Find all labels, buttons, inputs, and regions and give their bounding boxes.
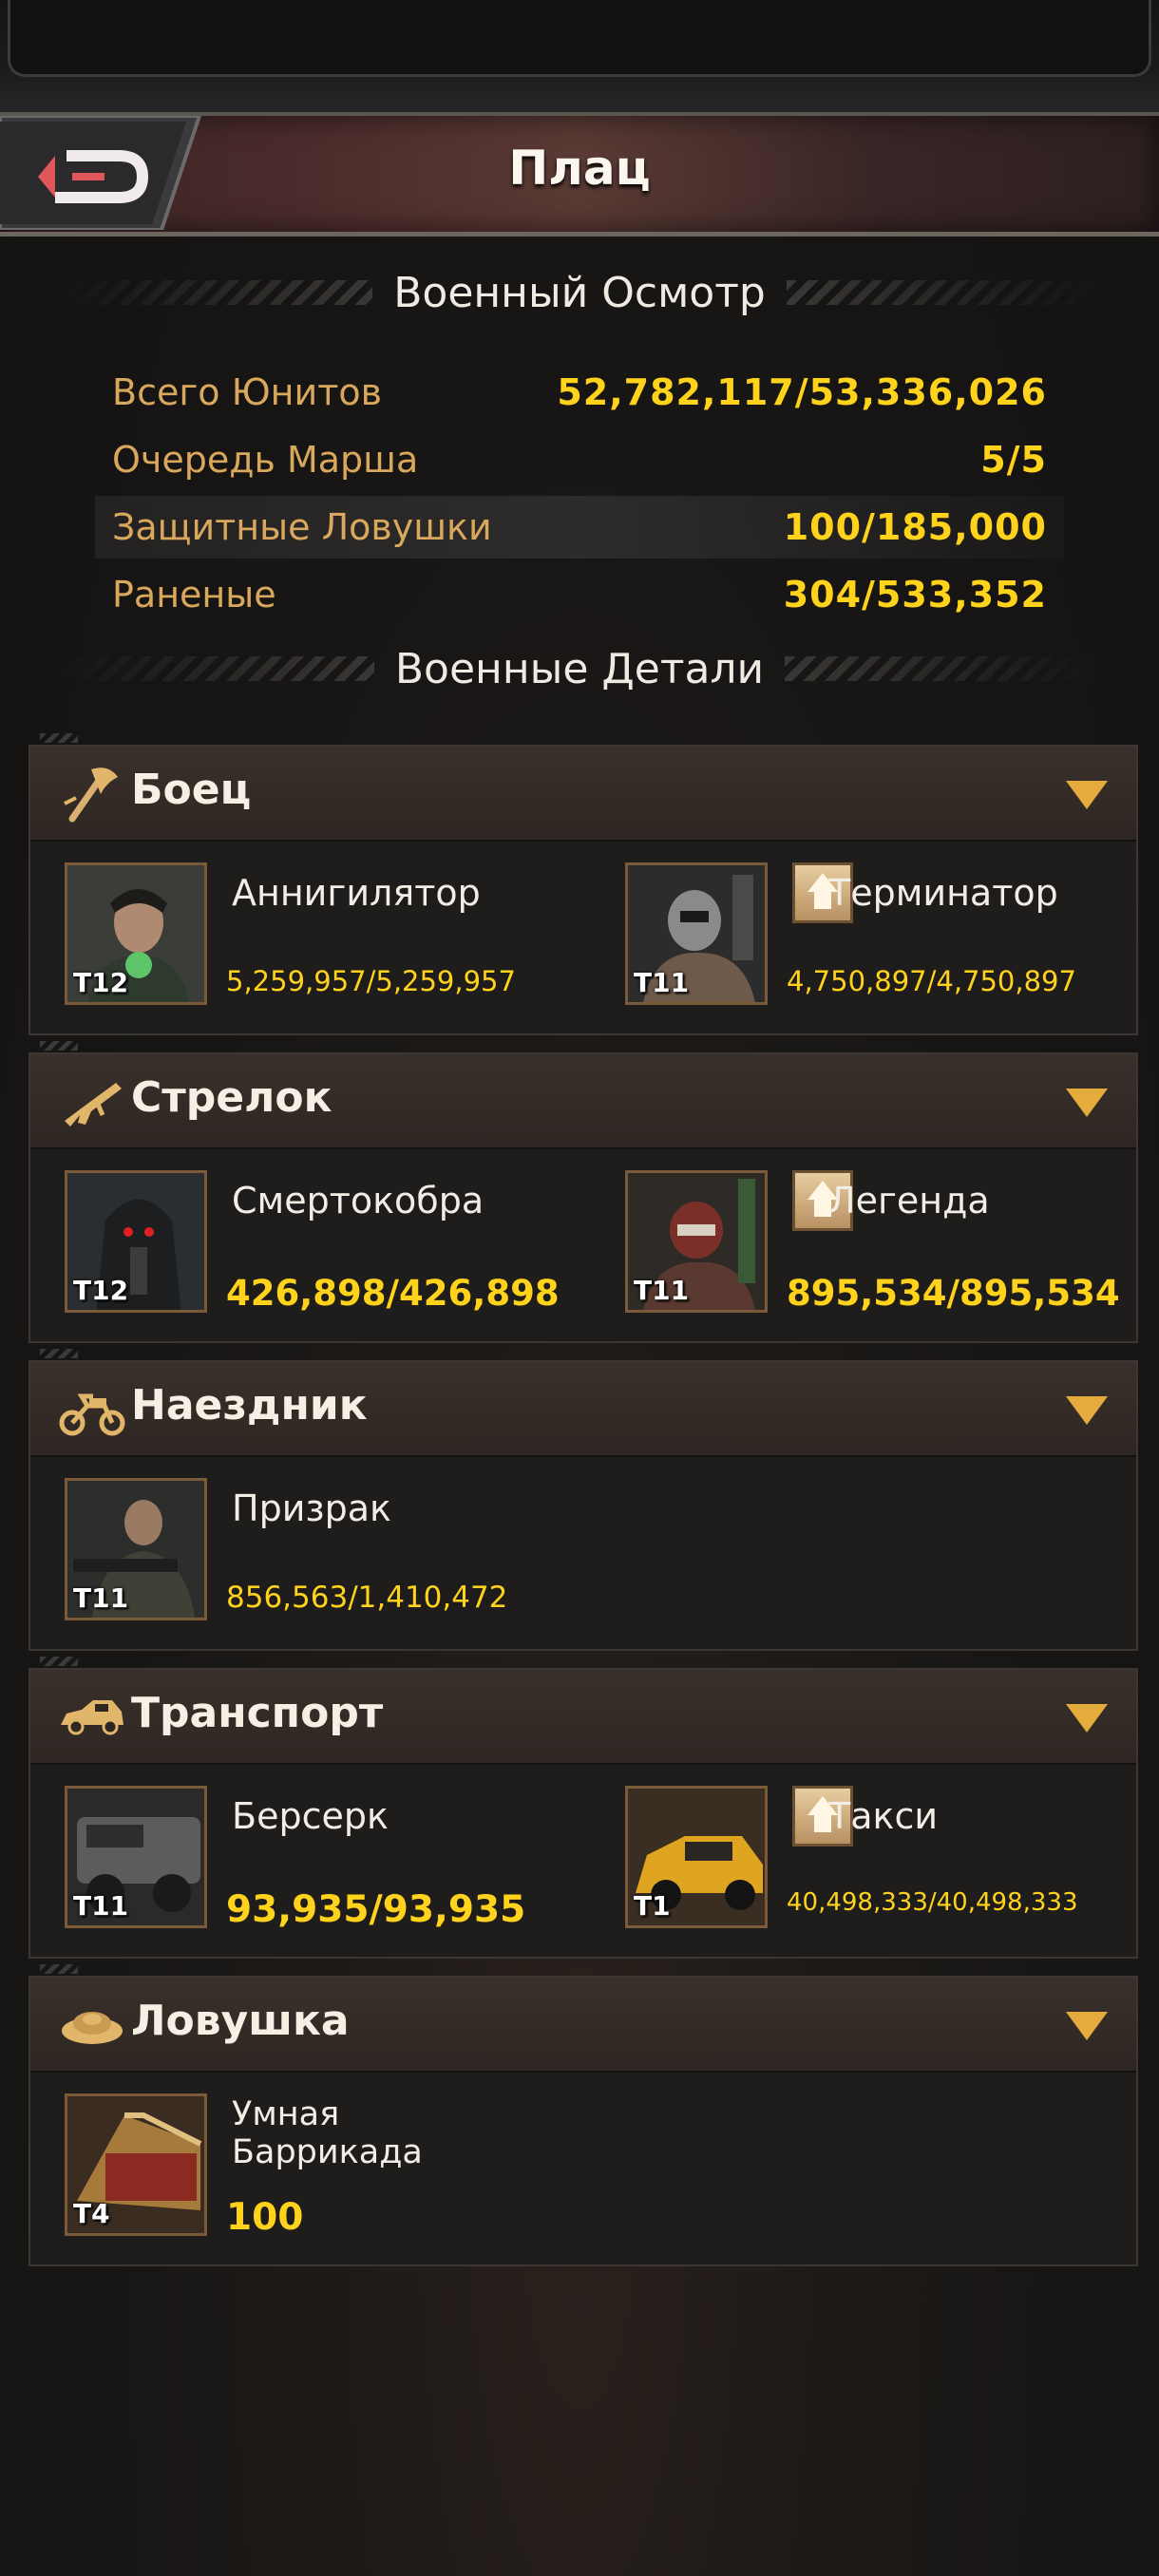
stat-label: Раненые <box>112 574 276 616</box>
group-header-trap[interactable]: Ловушка <box>30 1964 1136 2073</box>
chevron-down-icon[interactable] <box>1066 781 1108 809</box>
unit-name: Терминатор <box>828 872 1058 914</box>
tier-badge: T1 <box>634 1890 671 1922</box>
unit-card-ghost[interactable]: T11 Призрак 856,563/1,410,472 <box>30 1478 562 1630</box>
unit-portrait: T4 <box>65 2093 207 2236</box>
motorcycle-icon <box>59 1393 125 1436</box>
chevron-down-icon[interactable] <box>1066 2012 1108 2040</box>
unit-name: Такси <box>828 1795 939 1837</box>
unit-name: Легенда <box>828 1180 990 1222</box>
overview-heading: Военный Осмотр <box>393 268 766 317</box>
details-heading: Военные Детали <box>394 644 765 693</box>
unit-count: 856,563/1,410,472 <box>226 1581 508 1615</box>
group-header-fighter[interactable]: Боец <box>30 733 1136 842</box>
car-icon <box>61 1700 124 1735</box>
unit-portrait: T11 <box>625 862 768 1005</box>
group-rider: Наездник T11 Призрак 856,563/1,410,472 <box>28 1349 1138 1651</box>
unit-name: Призрак <box>232 1487 391 1529</box>
group-title: Боец <box>131 766 252 814</box>
chevron-down-icon[interactable] <box>1066 1704 1108 1733</box>
unit-count: 895,534/895,534 <box>787 1273 1120 1314</box>
unit-name: Смертокобра <box>232 1180 484 1222</box>
stat-value: 100/185,000 <box>783 506 1047 548</box>
unit-portrait: T12 <box>65 862 207 1005</box>
stat-label: Очередь Марша <box>112 439 419 481</box>
stat-value: 304/533,352 <box>783 574 1047 616</box>
stat-label: Всего Юнитов <box>112 371 382 413</box>
unit-count: 5,259,957/5,259,957 <box>226 965 516 997</box>
group-title: Наездник <box>131 1381 368 1430</box>
group-fighter: Боец T12 Аннигилятор 5,259,957/5,259,957… <box>28 733 1138 1035</box>
header-bar: Плац <box>0 112 1159 237</box>
unit-count: 100 <box>226 2196 304 2239</box>
unit-count: 426,898/426,898 <box>226 1273 560 1314</box>
tier-badge: T4 <box>73 2198 110 2229</box>
group-transport: Транспорт T11 Берсерк 93,935/93,935 T1 Т… <box>28 1657 1138 1959</box>
group-shooter: Стрелок T12 Смертокобра 426,898/426,898 … <box>28 1041 1138 1343</box>
axe-icon <box>64 767 118 823</box>
unit-card-smart-barricade[interactable]: T4 Умная Баррикада 100 <box>30 2093 562 2245</box>
chevron-down-icon[interactable] <box>1066 1396 1108 1425</box>
unit-portrait: T11 <box>65 1478 207 1620</box>
unit-portrait: T11 <box>65 1786 207 1928</box>
group-title: Транспорт <box>131 1689 384 1737</box>
trap-mine-icon <box>62 2012 123 2044</box>
unit-name: Умная Баррикада <box>232 2095 423 2171</box>
stat-value: 52,782,117/53,336,026 <box>557 371 1047 413</box>
stat-row-wounded: Раненые 304/533,352 <box>95 563 1064 626</box>
unit-count: 4,750,897/4,750,897 <box>787 965 1076 997</box>
unit-portrait: T11 <box>625 1170 768 1313</box>
stat-row-total-units: Всего Юнитов 52,782,117/53,336,026 <box>95 361 1064 424</box>
unit-portrait: T1 <box>625 1786 768 1928</box>
tier-badge: T11 <box>634 1275 690 1306</box>
tier-badge: T12 <box>73 967 129 998</box>
unit-card-berserk[interactable]: T11 Берсерк 93,935/93,935 <box>30 1786 562 1938</box>
rifle-icon <box>65 1083 122 1127</box>
tier-badge: T11 <box>634 967 690 998</box>
group-header-transport[interactable]: Транспорт <box>30 1657 1136 1765</box>
unit-name: Аннигилятор <box>232 872 481 914</box>
chevron-down-icon[interactable] <box>1066 1089 1108 1117</box>
tier-badge: T11 <box>73 1890 129 1922</box>
group-header-rider[interactable]: Наездник <box>30 1349 1136 1457</box>
unit-card-taxi[interactable]: T1 Такси 40,498,333/40,498,333 <box>591 1786 1123 1938</box>
unit-portrait: T12 <box>65 1170 207 1313</box>
unit-card-legend[interactable]: T11 Легенда 895,534/895,534 <box>591 1170 1123 1322</box>
tier-badge: T12 <box>73 1275 129 1306</box>
section-heading-overview: Военный Осмотр <box>57 266 1102 319</box>
unit-name: Берсерк <box>232 1795 389 1837</box>
unit-card-deathcobra[interactable]: T12 Смертокобра 426,898/426,898 <box>30 1170 562 1322</box>
unit-card-terminator[interactable]: T11 Терминатор 4,750,897/4,750,897 <box>591 862 1123 1014</box>
group-title: Стрелок <box>131 1073 332 1122</box>
stat-row-march-queue: Очередь Марша 5/5 <box>95 428 1064 491</box>
group-title: Ловушка <box>131 1997 350 2045</box>
page-title: Плац <box>508 141 651 196</box>
unit-card-annihilator[interactable]: T12 Аннигилятор 5,259,957/5,259,957 <box>30 862 562 1014</box>
top-frame <box>0 0 1159 112</box>
group-trap: Ловушка T4 Умная Баррикада 100 <box>28 1964 1138 2266</box>
stat-row-traps: Защитные Ловушки 100/185,000 <box>95 496 1064 559</box>
stat-label: Защитные Ловушки <box>112 506 492 548</box>
group-header-shooter[interactable]: Стрелок <box>30 1041 1136 1149</box>
section-heading-details: Военные Детали <box>57 642 1103 695</box>
stat-value: 5/5 <box>980 439 1047 481</box>
unit-count: 93,935/93,935 <box>226 1888 526 1931</box>
unit-count: 40,498,333/40,498,333 <box>787 1888 1078 1917</box>
tier-badge: T11 <box>73 1582 129 1614</box>
